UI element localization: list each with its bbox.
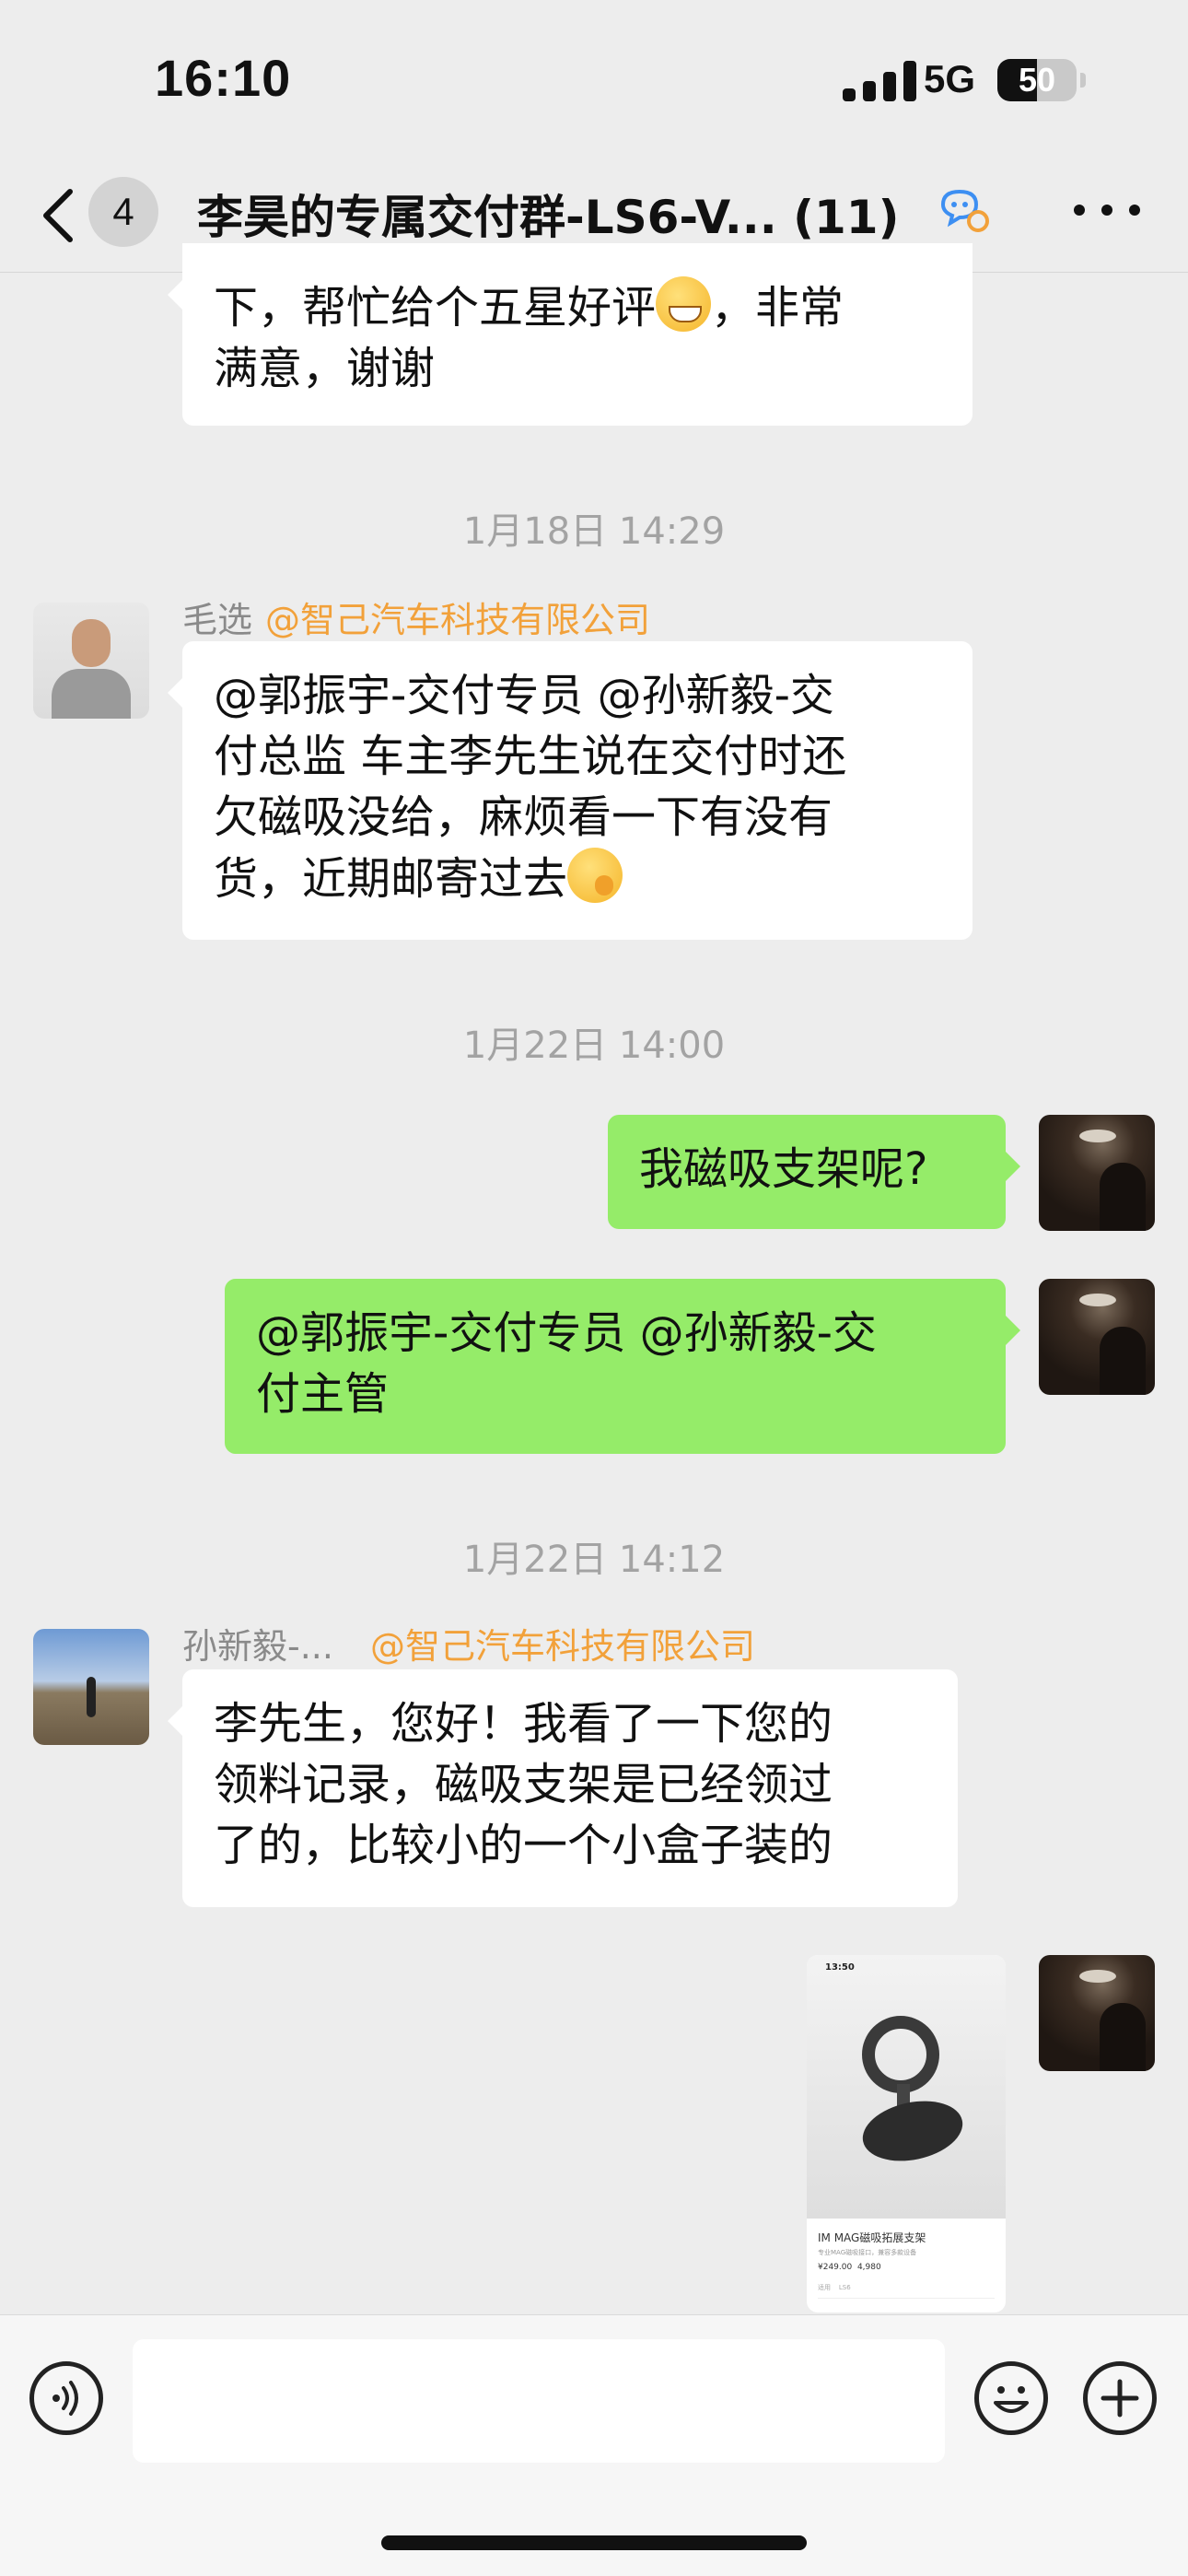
home-indicator[interactable] [381,2535,807,2550]
back-button[interactable] [33,175,88,249]
message-bubble[interactable]: @郭振宇-交付专员 @孙新毅-交 付主管 [225,1279,1020,1454]
sender-name: 孙新毅-... @智己汽车科技有限公司 [182,1618,755,1669]
product-price: ¥249.00 4,980 [818,2263,881,2272]
timestamp: 1月22日 14:00 [462,1025,726,1067]
unread-count-badge[interactable]: 4 [88,177,158,247]
message-bubble[interactable]: @郭振宇-交付专员 @孙新毅-交 付总监 车主李先生说在交付时还 欠磁吸没给，麻… [168,641,973,940]
status-bar: 16:10 5G 50 [0,0,1188,157]
product-photo: 13:50 [807,1955,1006,2219]
screenshot-time: 13:50 [825,1962,855,1973]
avatar[interactable] [1039,1955,1155,2071]
group-chat-icon[interactable] [938,186,989,234]
image-message[interactable]: 13:50 IM MAG磁吸拓展支架 专业MAG磁吸接口，兼容多款设备 ¥249… [807,1955,1006,2313]
message-text-line: 货，近期邮寄过去 [214,848,941,909]
voice-icon [52,2381,78,2416]
timestamp: 1月22日 14:12 [462,1539,726,1581]
emoji-button[interactable] [974,2361,1048,2435]
message-text-line: 下，帮忙给个五星好评 [214,282,657,334]
chat-title[interactable]: 李昊的专属交付群-LS6-V... (11) [197,181,899,247]
battery-level: 50 [1018,61,1056,99]
signal-strength-icon [843,61,926,101]
message-bubble[interactable]: 下，帮忙给个五星好评 ，非常 满意，谢谢 [168,243,973,426]
thinking-emoji-icon [567,848,623,903]
message-text-line: 付主管 [256,1368,390,1420]
message-bubble[interactable]: 李先生，您好！我看了一下您的 领料记录，磁吸支架是已经领过 了的，比较小的一个小… [168,1669,958,1907]
message-text-line: @郭振宇-交付专员 @孙新毅-交 [214,670,834,721]
avatar[interactable] [1039,1115,1155,1231]
status-time: 16:10 [155,49,292,107]
back-chevron-icon [43,189,73,242]
points: 4,980 [856,2263,881,2272]
sender-name: 毛选 @智己汽车科技有限公司 [182,591,650,642]
message-text-line: 付总监 车主李先生说在交付时还 [214,731,847,782]
avatar[interactable] [1039,1279,1155,1395]
voice-input-button[interactable] [29,2361,103,2435]
sender-nickname: 毛选 [182,600,253,640]
message-text: 我磁吸支架呢? [639,1143,928,1195]
avatar[interactable] [33,603,149,719]
option-label: 适用 [818,2284,831,2291]
network-type: 5G [924,57,976,100]
message-text: 下，帮忙给个五星好评 ，非常 满意，谢谢 [214,276,941,399]
plus-icon [1101,2379,1139,2418]
message-text-line: ，非常 [711,282,844,334]
message-text-line: 欠磁吸没给，麻烦看一下有没有 [214,791,833,843]
message-text-line: 满意，谢谢 [214,343,436,394]
message-text-line: 李先生，您好！我看了一下您的 [214,1698,833,1750]
option-value: LS6 [838,2284,851,2291]
company-tag: @智己汽车科技有限公司 [369,1626,755,1667]
grin-emoji-icon [656,276,712,332]
message-text-line: 领料记录，磁吸支架是已经领过 [214,1759,833,1810]
product-name: IM MAG磁吸拓展支架 [818,2231,926,2244]
message-text: 货，近期邮寄过去 [214,853,568,905]
timestamp: 1月18日 14:29 [462,510,726,553]
avatar[interactable] [33,1629,149,1745]
price: ¥249.00 [818,2263,853,2272]
battery-icon: 50 [997,59,1086,101]
product-subtitle: 专业MAG磁吸接口，兼容多款设备 [818,2249,917,2256]
message-text-line: @郭振宇-交付专员 @孙新毅-交 [256,1307,877,1359]
more-options-button[interactable] [1074,195,1140,225]
more-functions-button[interactable] [1083,2361,1157,2435]
company-tag: @智己汽车科技有限公司 [265,600,651,640]
product-option-row: 适用 LS6 [818,2283,851,2292]
emoji-icon [994,2386,1029,2413]
message-input[interactable] [133,2339,945,2463]
message-text-line: 了的，比较小的一个小盒子装的 [214,1820,833,1871]
message-bubble[interactable]: 我磁吸支架呢? [608,1115,1020,1229]
sender-nickname: 孙新毅-... [182,1626,333,1667]
